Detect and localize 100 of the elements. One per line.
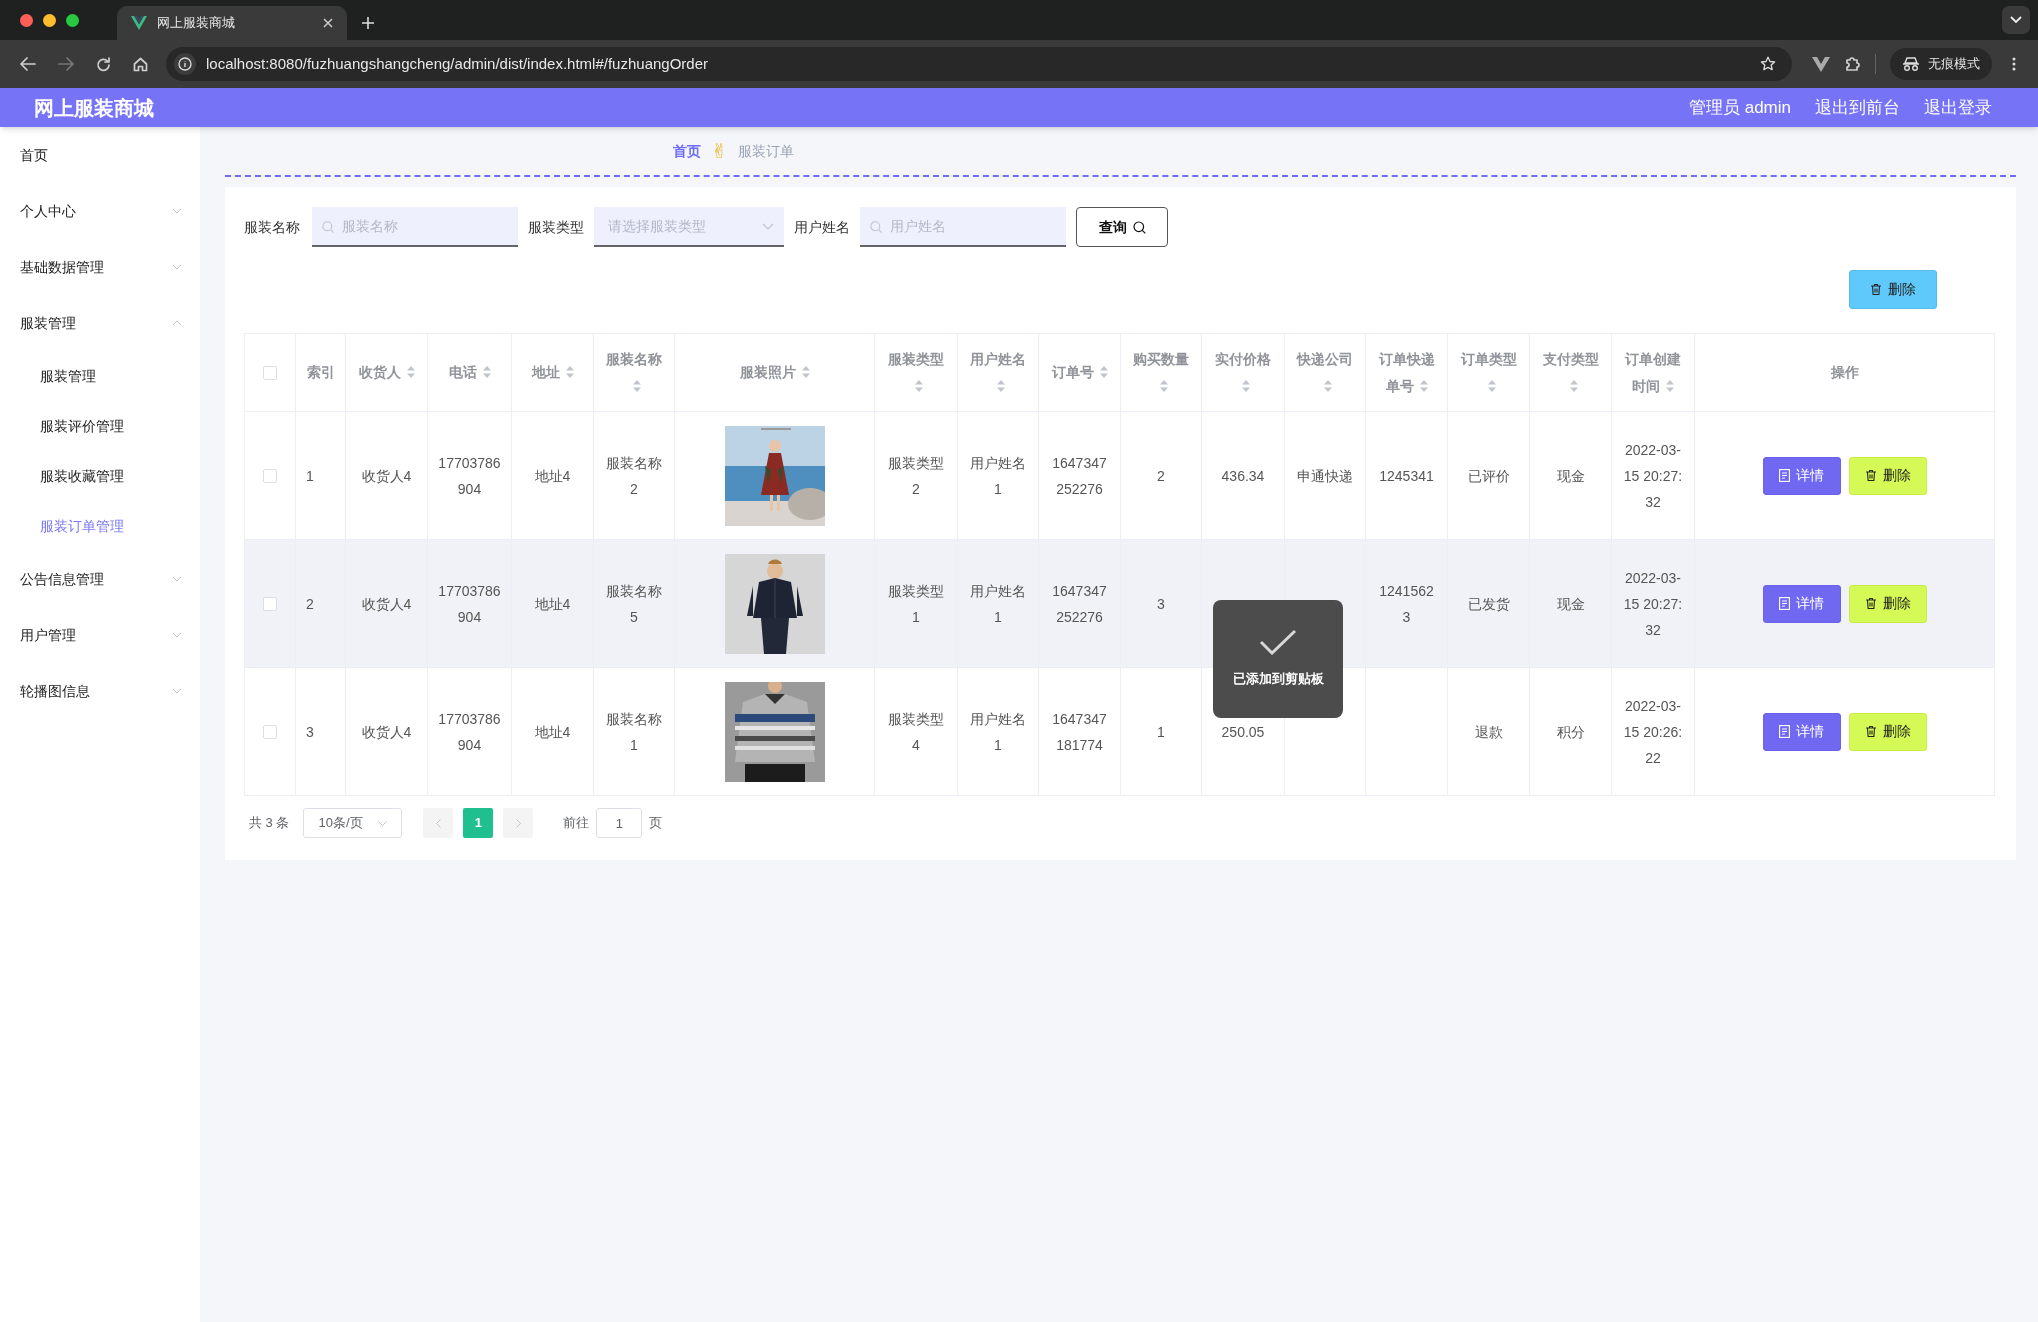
column-header[interactable]: 地址: [531, 359, 574, 386]
sidebar-item[interactable]: 首页: [0, 127, 200, 183]
checkmark-icon: [1259, 629, 1297, 656]
breadcrumb-item[interactable]: 首页: [673, 140, 701, 162]
browser-tab[interactable]: 网上服装商城: [117, 6, 347, 40]
sidebar-subitem[interactable]: 服装收藏管理: [0, 451, 200, 501]
delete-button[interactable]: 删除: [1848, 456, 1927, 495]
incognito-button[interactable]: 无痕模式: [1890, 48, 1992, 80]
back-arrow-icon[interactable]: [20, 57, 36, 71]
table-cell: 17703786904: [428, 668, 512, 796]
column-header[interactable]: 服装照片: [739, 359, 810, 386]
table-cell: 服装名称1: [594, 668, 675, 796]
sidebar-subitem[interactable]: 服装管理: [0, 351, 200, 401]
goto-label: 前往: [563, 814, 590, 833]
forward-arrow-icon[interactable]: [58, 57, 74, 71]
app-title: 网上服装商城: [34, 95, 155, 121]
url-text: localhost:8080/fuzhuangshangcheng/admin/dist/index.html#/fuzhuangOrder: [206, 53, 709, 74]
column-header: 操作: [1830, 363, 1859, 382]
separator-icon: ✌: [711, 141, 728, 161]
star-icon[interactable]: [1760, 56, 1776, 72]
sort-icon: [1666, 379, 1674, 392]
vue-devtools-icon[interactable]: [1812, 56, 1830, 72]
document-icon: [1779, 725, 1790, 738]
reload-icon[interactable]: [96, 56, 111, 72]
trash-icon: [1864, 469, 1877, 482]
column-header[interactable]: 订单创建时间: [1622, 345, 1684, 400]
sidebar-subitem[interactable]: 服装评价管理: [0, 401, 200, 451]
search-icon: [870, 221, 882, 233]
delete-button[interactable]: 删除: [1849, 270, 1937, 309]
search-icon: [322, 221, 334, 233]
window-control-icon[interactable]: [43, 13, 56, 27]
header-link[interactable]: 管理员 admin: [1688, 94, 1791, 121]
column-header[interactable]: 收货人: [358, 359, 415, 386]
column-header[interactable]: 快递公司: [1295, 345, 1355, 400]
filter-label: 服装类型: [528, 217, 584, 237]
sidebar-item[interactable]: 基础数据管理: [0, 239, 200, 295]
goto-suffix: 页: [649, 814, 663, 833]
sort-icon: [565, 366, 574, 378]
new-tab-icon[interactable]: [361, 16, 375, 30]
delete-button[interactable]: 删除: [1848, 712, 1927, 751]
detail-button[interactable]: 详情: [1762, 584, 1841, 623]
home-icon[interactable]: [133, 56, 148, 72]
sort-icon: [915, 379, 923, 392]
more-icon[interactable]: [2012, 57, 2016, 71]
document-icon: [1779, 597, 1790, 610]
sidebar-item[interactable]: 服装管理: [0, 295, 200, 351]
chevron-left-icon: [435, 818, 441, 828]
sort-icon: [406, 366, 415, 378]
column-header[interactable]: 购买数量: [1131, 345, 1191, 400]
column-header: 索引: [306, 363, 335, 382]
checkbox[interactable]: [263, 724, 277, 739]
window-control-icon[interactable]: [66, 13, 79, 27]
delete-button[interactable]: 删除: [1848, 584, 1927, 623]
header-link[interactable]: 退出到前台: [1815, 94, 1900, 121]
column-header[interactable]: 支付类型: [1540, 345, 1601, 400]
search-field[interactable]: 服装名称: [312, 207, 518, 247]
detail-button[interactable]: 详情: [1762, 712, 1841, 751]
table-cell: 服装类型4: [875, 668, 958, 796]
search-icon: [1132, 220, 1146, 234]
column-header[interactable]: 订单类型: [1458, 345, 1519, 400]
column-header[interactable]: 服装名称: [604, 345, 664, 400]
checkbox[interactable]: [263, 365, 277, 380]
trash-icon: [1864, 597, 1877, 610]
detail-button[interactable]: 详情: [1762, 456, 1841, 495]
column-header[interactable]: 电话: [448, 359, 491, 386]
checkbox[interactable]: [263, 596, 277, 611]
header-link[interactable]: 退出登录: [1924, 94, 1992, 121]
filter-label: 服装名称: [244, 217, 300, 237]
table-cell: 积分: [1530, 668, 1612, 796]
column-header[interactable]: 订单快递单号: [1376, 345, 1437, 400]
sidebar-item[interactable]: 个人中心: [0, 183, 200, 239]
table-row[interactable]: 2 收货人4 17703786904 地址4 服装名称5 服装类型1 用户姓名1 1647347252276 3 12415623 已发货 现金 2022-03-15 20:27:32 详情 删除: [245, 540, 1995, 668]
document-icon: [1779, 469, 1790, 482]
window-control-icon[interactable]: [20, 13, 33, 27]
table-row[interactable]: 1 收货人4 17703786904 地址4 服装名称2 服装类型2 用户姓名1 1647347252276 2 436.34 申通快递 1245341 已评价 现金 2022-03-15 20:27:32 详情 删除: [245, 412, 1995, 540]
column-header[interactable]: 实付价格: [1212, 345, 1274, 400]
address-bar[interactable]: localhost:8080/fuzhuangshangcheng/admin/dist/index.html#/fuzhuangOrder: [166, 47, 1792, 81]
sort-icon: [1419, 379, 1428, 392]
page-button[interactable]: 1: [463, 808, 494, 838]
sidebar-item[interactable]: 公告信息管理: [0, 551, 200, 607]
column-header[interactable]: 订单号: [1051, 359, 1108, 386]
column-header[interactable]: 用户姓名: [968, 345, 1028, 400]
sidebar-item[interactable]: 用户管理: [0, 607, 200, 663]
sort-icon: [633, 379, 641, 392]
page-input[interactable]: 1: [596, 808, 643, 838]
sort-icon: [801, 366, 810, 378]
tab-title: 网上服装商城: [157, 14, 236, 33]
table-cell: 3: [296, 668, 346, 796]
tab-list-button[interactable]: [2002, 6, 2030, 34]
checkbox[interactable]: [263, 468, 277, 483]
sort-icon: [1242, 379, 1250, 392]
table-cell: 用户姓名1: [958, 668, 1039, 796]
page-size-select[interactable]: 10条/页: [303, 808, 403, 838]
query-button[interactable]: 查询: [1076, 207, 1168, 247]
sidebar-subitem[interactable]: 服装订单管理: [0, 501, 200, 551]
info-icon: [174, 53, 196, 75]
close-icon[interactable]: [323, 18, 333, 28]
extensions-icon[interactable]: [1844, 55, 1861, 73]
sidebar-item[interactable]: 轮播图信息: [0, 663, 200, 719]
column-header[interactable]: 服装类型: [885, 345, 947, 400]
